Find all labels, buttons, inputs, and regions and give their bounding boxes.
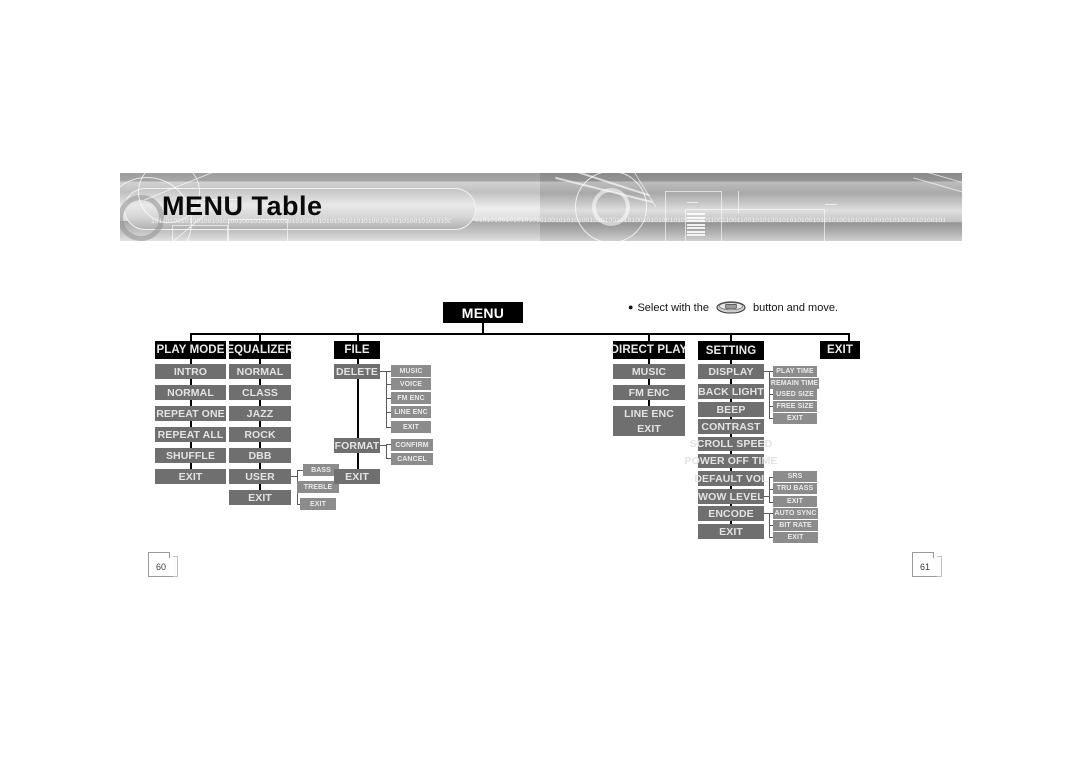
item-setting-contrast[interactable]: CONTRAST — [698, 419, 764, 434]
menu-tree-diagram: MENU PLAY MODE INTRO NORMAL REPEAT ONE R… — [0, 0, 1080, 763]
item-equalizer-dbb[interactable]: DBB — [229, 448, 291, 463]
page-title: MENU Table — [162, 191, 323, 221]
page-number-right: 61 — [912, 552, 942, 577]
item-setting-exit[interactable]: EXIT — [698, 524, 764, 539]
item-play-mode-intro[interactable]: INTRO — [155, 364, 226, 379]
menu-root-node[interactable]: MENU — [443, 302, 523, 323]
item-direct-play-music[interactable]: MUSIC — [613, 364, 685, 379]
subitem-vol-exit[interactable]: EXIT — [773, 496, 817, 507]
item-play-mode-normal[interactable]: NORMAL — [155, 385, 226, 400]
subitem-display-play-time[interactable]: PLAY TIME — [773, 366, 817, 377]
item-equalizer-jazz[interactable]: JAZZ — [229, 406, 291, 421]
item-play-mode-shuffle[interactable]: SHUFFLE — [155, 448, 226, 463]
item-setting-encode[interactable]: ENCODE — [698, 506, 764, 521]
item-setting-default-vol[interactable]: DEFAULT VOL — [694, 471, 768, 486]
item-file-exit[interactable]: EXIT — [334, 469, 380, 484]
item-direct-play-exit[interactable]: EXIT — [613, 421, 685, 436]
item-file-delete[interactable]: DELETE — [334, 364, 380, 379]
connector-delete-spine — [386, 371, 388, 428]
banner-rect-decoration-4 — [685, 209, 825, 241]
subitem-user-treble[interactable]: TREBLE — [297, 481, 339, 493]
subitem-display-used-size[interactable]: USED SIZE — [773, 389, 817, 400]
connector-root-bus — [190, 333, 850, 335]
subitem-display-free-size[interactable]: FREE SIZE — [773, 401, 817, 412]
item-setting-scroll-speed[interactable]: SCROLL SPEED — [690, 437, 772, 451]
subitem-delete-voice[interactable]: VOICE — [391, 378, 431, 390]
subitem-display-exit[interactable]: EXIT — [773, 413, 817, 424]
bullet-icon: ● — [628, 302, 634, 312]
category-setting[interactable]: SETTING — [698, 341, 764, 360]
item-play-mode-repeat-all[interactable]: REPEAT ALL — [155, 427, 226, 442]
subitem-encode-exit[interactable]: EXIT — [773, 532, 818, 543]
category-exit[interactable]: EXIT — [820, 341, 860, 359]
item-play-mode-exit[interactable]: EXIT — [155, 469, 226, 484]
item-direct-play-fm-enc[interactable]: FM ENC — [613, 385, 685, 400]
category-file[interactable]: FILE — [334, 341, 380, 359]
item-direct-play-line-enc[interactable]: LINE ENC — [613, 406, 685, 421]
subitem-delete-music[interactable]: MUSIC — [391, 365, 431, 377]
page-number-left: 60 — [148, 552, 178, 577]
subitem-delete-fm-enc[interactable]: FM ENC — [391, 392, 431, 404]
subitem-encode-auto-sync[interactable]: AUTO SYNC — [773, 508, 818, 519]
subitem-format-cancel[interactable]: CANCEL — [391, 453, 433, 465]
item-equalizer-class[interactable]: CLASS — [229, 385, 291, 400]
category-direct-play[interactable]: DIRECT PLAY — [611, 341, 687, 359]
subitem-vol-srs[interactable]: SRS — [773, 471, 817, 482]
item-play-mode-repeat-one[interactable]: REPEAT ONE — [155, 406, 226, 421]
item-setting-display[interactable]: DISPLAY — [698, 364, 764, 379]
item-equalizer-exit[interactable]: EXIT — [229, 490, 291, 505]
banner-rect-decoration-1 — [172, 225, 228, 241]
item-equalizer-normal[interactable]: NORMAL — [229, 364, 291, 379]
subitem-user-exit[interactable]: EXIT — [300, 498, 336, 510]
note-text-after: button and move. — [752, 301, 838, 314]
category-play-mode[interactable]: PLAY MODE — [155, 341, 226, 359]
item-equalizer-user[interactable]: USER — [229, 469, 291, 484]
item-setting-back-light[interactable]: BACK LIGHT — [698, 384, 764, 399]
item-setting-beep[interactable]: BEEP — [698, 402, 764, 417]
connector-format-spine — [386, 444, 388, 459]
note-text-before: Select with the — [637, 301, 709, 314]
banner-binary-strip-right: 0101010010101010101001010101001010100101… — [475, 217, 945, 224]
subitem-delete-line-enc[interactable]: LINE ENC — [391, 406, 431, 418]
item-file-format[interactable]: FORMAT — [334, 438, 380, 453]
item-setting-power-off-time[interactable]: POWER OFF TIME — [685, 454, 777, 468]
item-equalizer-rock[interactable]: ROCK — [229, 427, 291, 442]
subitem-encode-bit-rate[interactable]: BIT RATE — [773, 520, 818, 531]
subitem-display-remain-time[interactable]: REMAIN TIME — [770, 378, 819, 389]
joystick-button-icon — [716, 301, 746, 314]
subitem-vol-tru-bass[interactable]: TRU BASS — [773, 483, 817, 494]
banner-line-decoration-7 — [738, 191, 740, 213]
subitem-format-confirm[interactable]: CONFIRM — [391, 439, 433, 451]
banner-line-decoration-9 — [825, 204, 837, 206]
select-instruction-note: ● Select with the button and move. — [628, 301, 838, 314]
item-setting-wow-level[interactable]: WOW LEVEL — [698, 489, 764, 504]
subitem-delete-exit[interactable]: EXIT — [391, 421, 431, 433]
category-equalizer[interactable]: EQUALIZER — [226, 341, 294, 359]
banner-line-decoration-8 — [687, 202, 698, 204]
manual-page: MENU Table 10110100101001001010100100101… — [0, 0, 1080, 763]
